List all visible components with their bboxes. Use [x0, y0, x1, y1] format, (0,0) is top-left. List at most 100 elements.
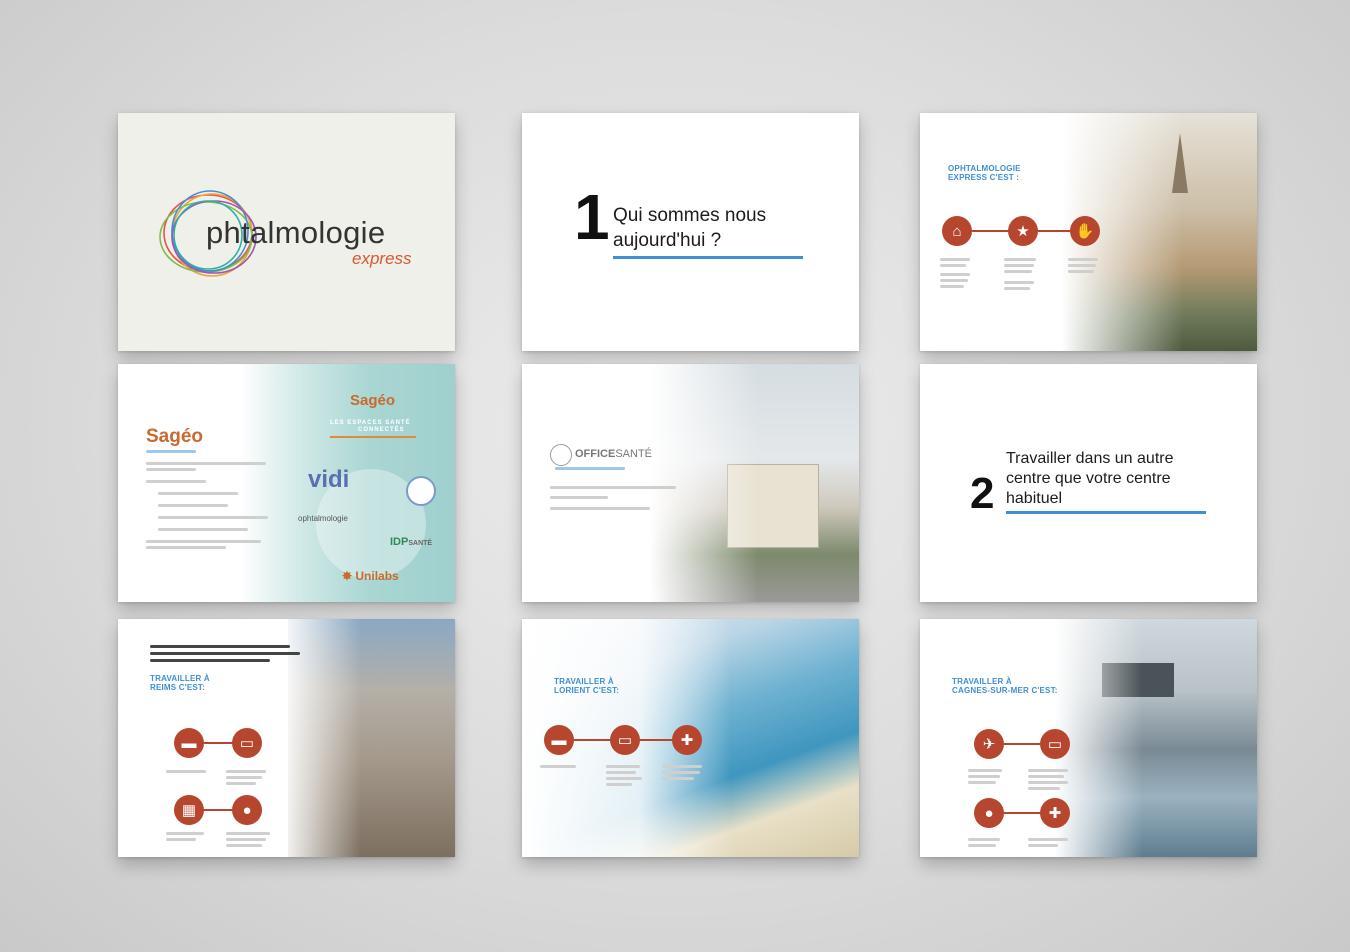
text-line	[1028, 838, 1068, 841]
text-line	[662, 765, 702, 768]
text-line	[158, 504, 228, 507]
unilabs-text: Unilabs	[355, 569, 399, 583]
text-line	[226, 844, 262, 847]
photo-fade	[522, 364, 859, 602]
section-title-line3: habituel	[1006, 490, 1063, 507]
doctor-avatar	[406, 476, 436, 506]
vidi-logo: vidi	[308, 466, 350, 493]
text-line	[226, 776, 262, 779]
text-line	[146, 468, 196, 471]
text-line	[166, 832, 204, 835]
text-line	[550, 496, 608, 499]
slide-sageo[interactable]: Sagéo Sagéo LES ESPACES SANTÉ CONNECTÉS …	[118, 364, 455, 602]
text-line	[1004, 270, 1032, 273]
text-line	[968, 844, 996, 847]
text-line	[1028, 775, 1064, 778]
photo-fade	[920, 619, 1257, 857]
text-line	[226, 782, 256, 785]
text-line	[150, 659, 270, 662]
text-line	[662, 771, 700, 774]
text-line	[226, 770, 266, 773]
train-icon: ▬	[544, 725, 574, 755]
text-line	[1028, 769, 1068, 772]
slide-section-1[interactable]: 1 Qui sommes nous aujourd'hui ?	[522, 113, 859, 351]
slide-office-sante[interactable]: OFFICESANTÉ	[522, 364, 859, 602]
text-line	[968, 775, 1000, 778]
text-line	[606, 777, 642, 780]
text-line	[1068, 258, 1098, 261]
handshake-icon: ✋	[1070, 216, 1100, 246]
group-icon: ●	[232, 795, 262, 825]
text-line	[606, 783, 632, 786]
heading-line2: REIMS C'EST:	[150, 683, 205, 692]
text-line	[1028, 787, 1060, 790]
plane-icon: ✈	[974, 729, 1004, 759]
unilabs-logo: ✸ Unilabs	[342, 569, 399, 583]
text-line	[158, 492, 238, 495]
slide-lorient[interactable]: TRAVAILLER À LORIENT C'EST: ▬ ▭ ✚	[522, 619, 859, 857]
text-line	[166, 770, 206, 773]
slide-logo[interactable]: phtalmologie express	[118, 113, 455, 351]
group-icon: ●	[974, 798, 1004, 828]
text-line	[226, 838, 266, 841]
office-icon	[550, 444, 572, 466]
text-line	[968, 838, 1000, 841]
building-icon: ▦	[174, 795, 204, 825]
heading-line2: LORIENT C'EST:	[554, 686, 620, 695]
heading-line2: EXPRESS C'EST :	[948, 173, 1020, 182]
office-name-bold: OFFICE	[575, 448, 616, 460]
section-underline	[613, 256, 803, 259]
text-line	[940, 273, 970, 276]
text-line	[166, 838, 196, 841]
idp-logo: IDPSANTÉ	[390, 536, 432, 548]
eiffel-tower	[1172, 133, 1188, 193]
office-name-rest: SANTÉ	[615, 448, 653, 460]
text-line	[1004, 258, 1036, 261]
slide-ophtalmologie-express[interactable]: OPHTALMOLOGIE EXPRESS C'EST : ⌂ ★ ✋	[920, 113, 1257, 351]
sageo-title: Sagéo	[146, 426, 204, 447]
home-icon: ⌂	[942, 216, 972, 246]
text-line	[606, 765, 640, 768]
train-icon: ▬	[174, 728, 204, 758]
sageo-tag: Sagéo	[350, 392, 396, 409]
text-line	[146, 462, 266, 465]
text-line	[150, 645, 290, 648]
text-line	[940, 279, 968, 282]
text-line	[1068, 270, 1094, 273]
hospital-icon: ✚	[672, 725, 702, 755]
slide-section-2[interactable]: 2 Travailler dans un autre centre que vo…	[920, 364, 1257, 602]
text-line	[1004, 264, 1034, 267]
section-underline	[1006, 511, 1206, 514]
star-icon: ★	[1008, 216, 1038, 246]
text-line	[550, 507, 650, 510]
slide-cagnes-sur-mer[interactable]: TRAVAILLER À CAGNES-SUR-MER C'EST: ✈ ▭ ●…	[920, 619, 1257, 857]
slide-reims[interactable]: TRAVAILLER À REIMS C'EST: ▬ ▭ ▦ ●	[118, 619, 455, 857]
text-line	[146, 540, 261, 543]
text-line	[226, 832, 270, 835]
section-title-line2: aujourd'hui ?	[613, 230, 722, 251]
text-line	[540, 765, 576, 768]
text-line	[146, 480, 206, 483]
text-line	[146, 546, 226, 549]
text-line	[555, 467, 625, 470]
idp-logo-suffix: SANTÉ	[408, 540, 433, 547]
section-title-line2: centre que votre centre	[1006, 470, 1171, 487]
text-line	[940, 258, 970, 261]
section-title-line1: Qui sommes nous	[613, 205, 767, 226]
section-number: 2	[970, 469, 995, 518]
text-line	[158, 516, 268, 519]
text-line	[1004, 281, 1034, 284]
bed-icon: ▭	[1040, 729, 1070, 759]
banner-line1: LES ESPACES SANTÉ	[330, 420, 411, 426]
section-title-line1: Travailler dans un autre	[1006, 450, 1174, 467]
bed-icon: ▭	[232, 728, 262, 758]
text-line	[940, 285, 964, 288]
bed-icon: ▭	[610, 725, 640, 755]
text-line	[968, 769, 1002, 772]
ophtalmologie-mini-logo: ophtalmologie	[298, 514, 348, 523]
text-line	[150, 652, 300, 655]
hospital-icon: ✚	[1040, 798, 1070, 828]
text-line	[940, 264, 966, 267]
text-line	[606, 771, 636, 774]
text-line	[968, 781, 996, 784]
